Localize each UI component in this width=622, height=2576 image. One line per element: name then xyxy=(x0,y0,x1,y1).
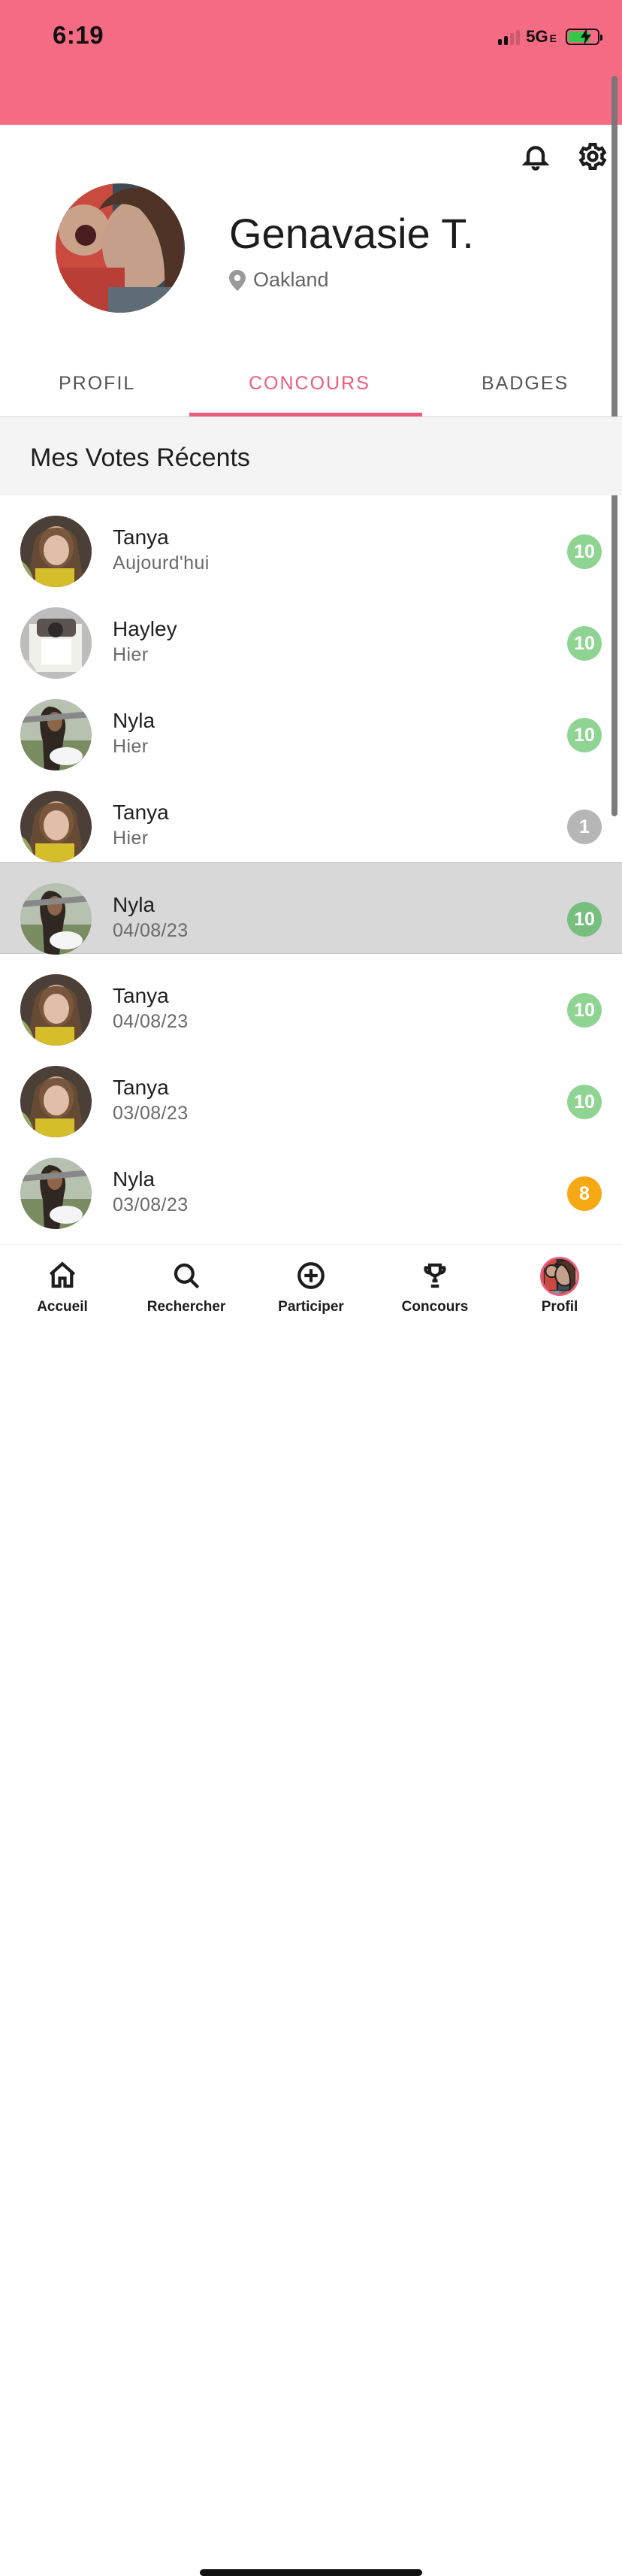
score-badge: 10 xyxy=(567,626,602,661)
signal-icon xyxy=(498,29,521,45)
list-item[interactable]: Nyla Hier 10 xyxy=(0,679,622,770)
list-item[interactable]: Nyla 03/08/23 8 xyxy=(0,1137,622,1229)
nav-item-accueil[interactable]: Accueil xyxy=(2,1258,122,1315)
battery-icon xyxy=(566,29,602,45)
nav-label: Profil xyxy=(541,1299,578,1315)
profile-tabs: PROFIL CONCOURS BADGES xyxy=(0,359,622,417)
header-actions xyxy=(520,141,608,172)
trophy-icon xyxy=(418,1258,452,1293)
score-badge: 10 xyxy=(567,718,602,752)
voter-name: Tanya xyxy=(113,801,169,824)
location-label: Oakland xyxy=(253,268,329,291)
list-item[interactable]: Tanya 03/08/23 10 xyxy=(0,1046,622,1137)
score-badge: 10 xyxy=(567,534,602,569)
bell-icon[interactable] xyxy=(520,141,551,172)
voter-name: Nyla xyxy=(113,1167,156,1191)
search-icon xyxy=(169,1258,204,1293)
nav-label: Accueil xyxy=(37,1299,88,1315)
score-badge: 10 xyxy=(567,902,602,937)
vote-date: 03/08/23 xyxy=(113,1103,189,1124)
avatar xyxy=(20,883,92,955)
tab-badges[interactable]: BADGES xyxy=(482,373,569,395)
tab-concours[interactable]: CONCOURS xyxy=(249,373,370,395)
status-bar: 6:19 5G E xyxy=(0,0,622,125)
list-item[interactable]: Tanya Hier 1 xyxy=(0,770,622,862)
bottom-navigation: Accueil Rechercher Participer Concours P… xyxy=(0,1245,622,2576)
score-badge: 8 xyxy=(567,1176,602,1211)
network-label: 5G E xyxy=(526,27,557,46)
vote-date: 04/08/23 xyxy=(113,920,189,941)
avatar xyxy=(20,1066,92,1137)
avatar xyxy=(20,699,92,770)
nav-item-concours[interactable]: Concours xyxy=(375,1258,495,1315)
profile-avatar[interactable] xyxy=(56,183,185,313)
vote-date: Aujourd'hui xyxy=(113,552,210,574)
nav-label: Participer xyxy=(278,1299,344,1315)
status-time: 6:19 xyxy=(53,21,104,49)
plus-circle-icon xyxy=(294,1258,328,1293)
status-indicators: 5G E xyxy=(498,27,602,47)
voter-name: Nyla xyxy=(113,709,156,732)
avatar xyxy=(20,791,92,862)
score-badge: 10 xyxy=(567,1085,602,1119)
section-title: Mes Votes Récents xyxy=(30,443,250,472)
vote-date: 03/08/23 xyxy=(113,1194,189,1215)
nav-label: Rechercher xyxy=(146,1299,226,1315)
avatar xyxy=(20,516,92,587)
profile-name: Genavasie T. xyxy=(229,210,474,257)
home-icon xyxy=(45,1258,80,1293)
vote-date: 04/08/23 xyxy=(113,1011,189,1032)
location-pin-icon xyxy=(229,269,246,291)
nav-item-participer[interactable]: Participer xyxy=(251,1258,371,1315)
list-item[interactable]: Hayley Hier 10 xyxy=(0,587,622,679)
vote-date: Hier xyxy=(113,644,149,665)
avatar xyxy=(20,607,92,679)
recent-votes-header: Mes Votes Récents xyxy=(0,417,622,495)
avatar xyxy=(20,974,92,1046)
votes-list: Tanya Aujourd'hui 10 Hayley Hier 10 Nyla… xyxy=(0,495,622,1229)
voter-name: Tanya xyxy=(113,984,169,1007)
vote-date: Hier xyxy=(113,736,149,757)
list-item[interactable]: Tanya 04/08/23 10 xyxy=(0,954,622,1046)
voter-name: Hayley xyxy=(113,617,177,640)
profile-location: Oakland xyxy=(229,268,329,292)
vote-date: Hier xyxy=(113,828,149,849)
list-item[interactable]: Tanya Aujourd'hui 10 xyxy=(0,495,622,587)
gear-icon[interactable] xyxy=(577,141,608,172)
tab-profil[interactable]: PROFIL xyxy=(59,373,135,395)
voter-name: Tanya xyxy=(113,525,169,549)
home-indicator xyxy=(200,2569,422,2576)
nav-label: Concours xyxy=(401,1299,469,1315)
list-item-selected[interactable]: Nyla 04/08/23 10 xyxy=(0,862,622,955)
nav-item-rechercher[interactable]: Rechercher xyxy=(126,1258,246,1315)
voter-name: Tanya xyxy=(113,1076,169,1099)
avatar xyxy=(540,1257,579,1296)
voter-name: Nyla xyxy=(113,893,156,916)
score-badge: 10 xyxy=(567,993,602,1028)
active-tab-indicator xyxy=(189,413,422,416)
avatar xyxy=(20,1158,92,1229)
score-badge: 1 xyxy=(567,810,602,844)
nav-item-profil[interactable]: Profil xyxy=(500,1257,620,1315)
